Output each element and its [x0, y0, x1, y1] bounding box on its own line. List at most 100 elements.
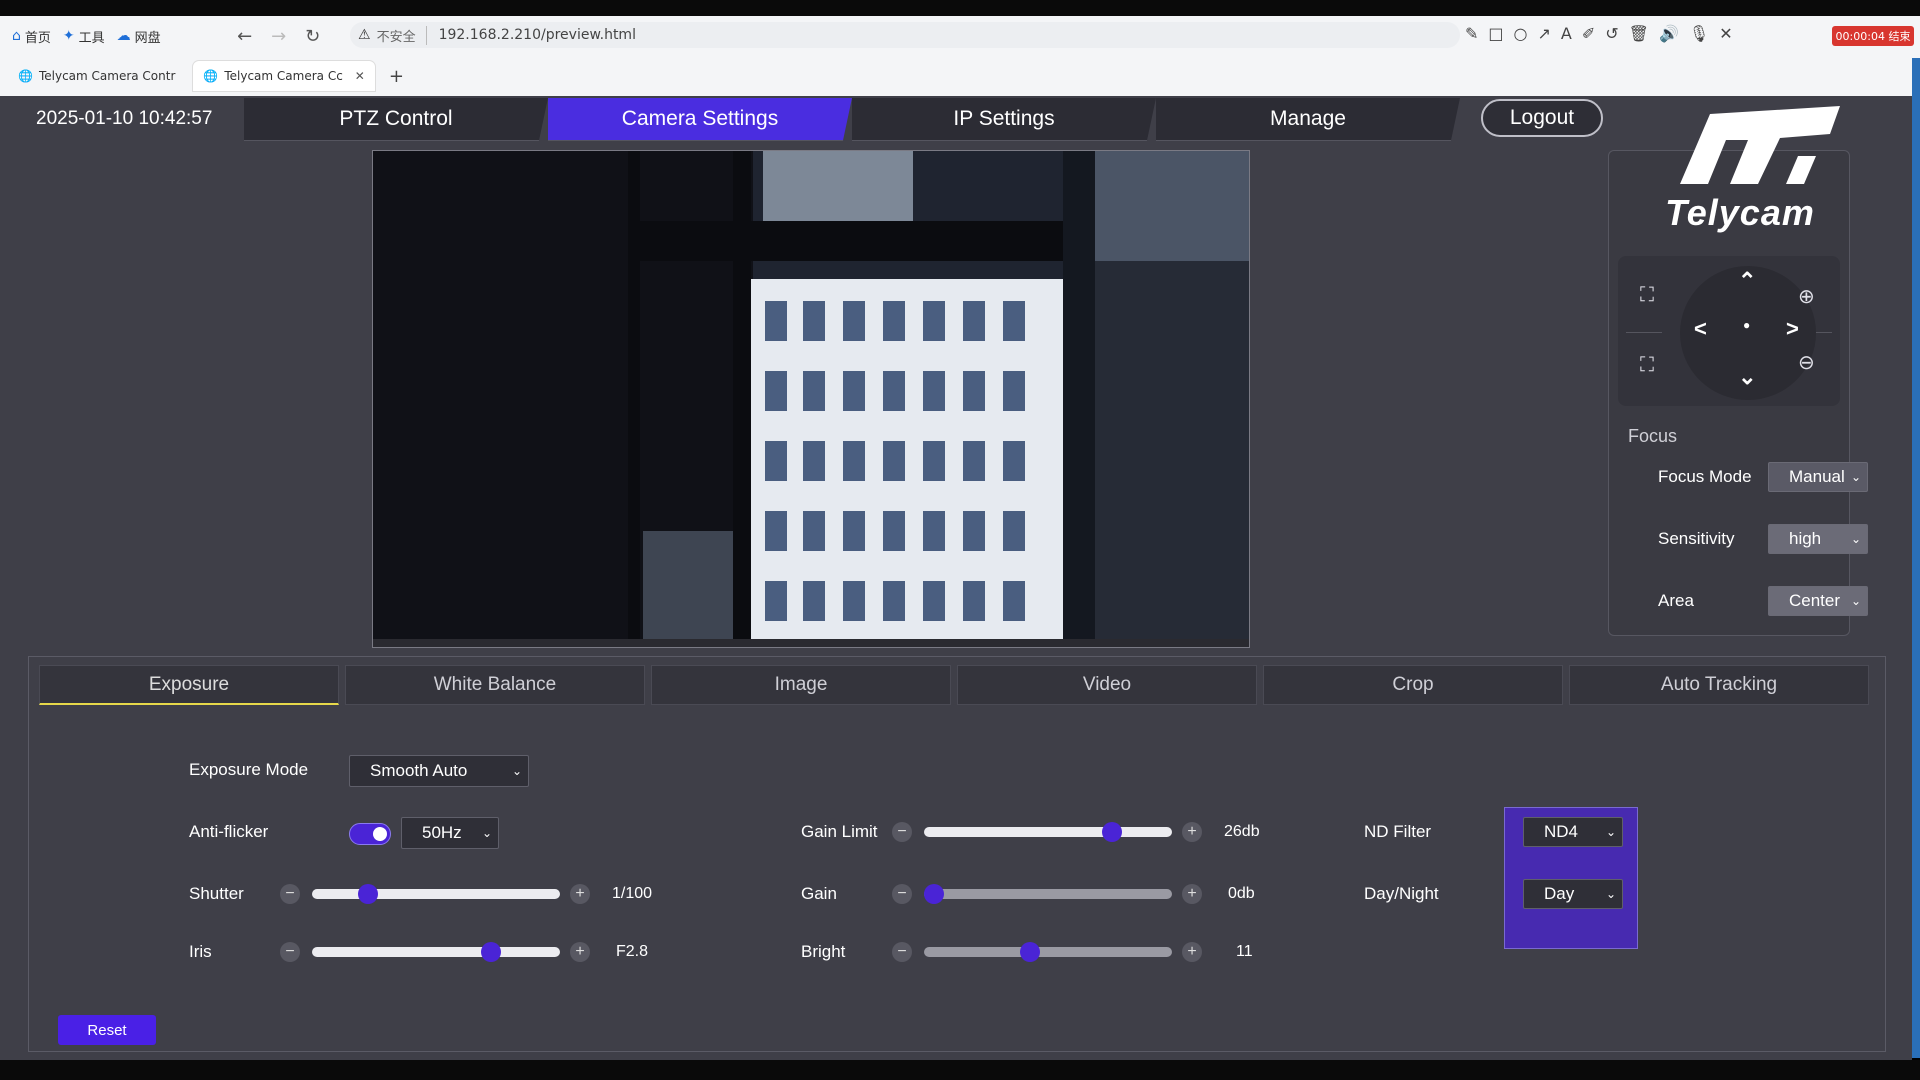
nd-filter-value: ND4	[1544, 822, 1579, 841]
gain-minus-button[interactable]: −	[892, 884, 912, 904]
toolbar-cloud-drive[interactable]: ☁ 网盘	[117, 27, 161, 46]
slider-thumb[interactable]	[480, 942, 501, 962]
close-icon[interactable]: ✕	[1719, 24, 1732, 43]
iris-slider[interactable]	[312, 942, 560, 962]
toolbar-home[interactable]: ⌂ 首页	[12, 27, 51, 46]
focus-expand-icon[interactable]: ⛶	[1640, 284, 1654, 307]
nd-filter-label: ND Filter	[1364, 822, 1432, 841]
focus-shrink-icon[interactable]: ⛶	[1640, 354, 1654, 377]
tab-video[interactable]: Video	[957, 665, 1257, 705]
tab-manage[interactable]: Manage	[1156, 98, 1460, 141]
exposure-mode-label: Exposure Mode	[189, 760, 309, 779]
gain-limit-minus-button[interactable]: −	[892, 822, 912, 842]
slider-thumb[interactable]	[924, 884, 944, 904]
iris-minus-button[interactable]: −	[280, 942, 300, 962]
sensitivity-select[interactable]: high ⌄	[1768, 524, 1868, 554]
close-tab-icon[interactable]: ✕	[355, 69, 365, 83]
shutter-plus-button[interactable]: +	[570, 884, 590, 904]
focus-mode-label: Focus Mode	[1658, 467, 1752, 486]
tab-auto-tracking[interactable]: Auto Tracking	[1569, 665, 1869, 705]
gain-limit-plus-button[interactable]: +	[1182, 822, 1202, 842]
anti-flicker-label: Anti-flicker	[189, 822, 269, 841]
iris-label: Iris	[189, 942, 212, 961]
telycam-logo-icon	[1680, 106, 1840, 184]
arrow-left-icon[interactable]: <	[1694, 316, 1707, 342]
gain-plus-button[interactable]: +	[1182, 884, 1202, 904]
arrow-down-icon[interactable]: ⌃	[1738, 362, 1756, 388]
browser-tab-1[interactable]: 🌐 Telycam Camera Contr	[8, 61, 185, 91]
address-bar[interactable]: ⚠ 不安全 192.168.2.210/preview.html	[350, 22, 1460, 48]
slider-thumb[interactable]	[1019, 942, 1040, 962]
globe-icon: 🌐	[203, 69, 219, 83]
highlighter-icon[interactable]: ✐	[1582, 24, 1595, 43]
toolbar-tools-label: 工具	[78, 30, 105, 46]
gain-limit-slider[interactable]	[924, 822, 1172, 842]
iris-plus-button[interactable]: +	[570, 942, 590, 962]
chevron-down-icon: ⌄	[1850, 532, 1861, 546]
chevron-down-icon: ⌄	[1850, 594, 1861, 608]
tab-image[interactable]: Image	[651, 665, 951, 705]
trash-icon[interactable]: 🗑	[1629, 24, 1649, 43]
browser-tab-strip: 🌐 Telycam Camera Contr 🌐 Telycam Camera …	[0, 56, 1920, 96]
bright-value: 11	[1236, 943, 1253, 960]
text-icon[interactable]: A	[1561, 24, 1572, 43]
zoom-in-icon[interactable]: ⊕	[1798, 284, 1815, 309]
pad-divider	[1626, 332, 1662, 333]
bright-plus-button[interactable]: +	[1182, 942, 1202, 962]
browser-tab-title: Telycam Camera Contr	[38, 69, 176, 83]
anti-flicker-select[interactable]: 50Hz ⌄	[401, 817, 499, 849]
page-scrollbar[interactable]	[1912, 58, 1920, 1058]
arrow-right-icon[interactable]: >	[1786, 316, 1799, 342]
browser-tab-2[interactable]: 🌐 Telycam Camera Cc ✕	[193, 61, 375, 91]
new-tab-button[interactable]: +	[389, 66, 404, 87]
focus-mode-select[interactable]: Manual ⌄	[1768, 462, 1868, 492]
shutter-minus-button[interactable]: −	[280, 884, 300, 904]
nd-filter-select[interactable]: ND4 ⌄	[1523, 817, 1623, 847]
circle-icon[interactable]: ○	[1514, 24, 1528, 43]
mic-icon[interactable]: 🎙	[1689, 24, 1709, 43]
undo-icon[interactable]: ↺	[1605, 24, 1618, 43]
tools-icon: ✦	[62, 28, 75, 44]
day-night-select[interactable]: Day ⌄	[1523, 879, 1623, 909]
reload-icon[interactable]: ↻	[299, 26, 327, 47]
bright-slider[interactable]	[924, 942, 1172, 962]
pen-icon[interactable]: ✎	[1465, 24, 1478, 43]
datetime-display: 2025-01-10 10:42:57	[36, 108, 213, 129]
speaker-icon[interactable]: 🔊	[1659, 24, 1679, 43]
recording-badge[interactable]: 00:00:04 结束	[1832, 26, 1914, 46]
tab-white-balance[interactable]: White Balance	[345, 665, 645, 705]
screen-bottom-strip	[0, 1060, 1920, 1080]
exposure-mode-value: Smooth Auto	[370, 761, 468, 780]
video-preview[interactable]	[372, 150, 1250, 648]
arrow-up-icon[interactable]: ⌃	[1738, 268, 1756, 294]
exposure-mode-select[interactable]: Smooth Auto ⌄	[349, 755, 529, 787]
arrow-icon[interactable]: ↗	[1538, 24, 1551, 43]
zoom-out-icon[interactable]: ⊖	[1798, 350, 1815, 375]
browser-tab-title: Telycam Camera Cc	[224, 69, 343, 83]
sensitivity-label: Sensitivity	[1658, 529, 1735, 548]
slider-thumb[interactable]	[357, 884, 378, 904]
back-icon[interactable]: ←	[231, 26, 259, 47]
tab-ip-settings[interactable]: IP Settings	[852, 98, 1156, 141]
gain-value: 0db	[1228, 885, 1255, 902]
reset-button[interactable]: Reset	[58, 1015, 156, 1045]
gain-slider[interactable]	[924, 884, 1172, 904]
url-text: 192.168.2.210/preview.html	[438, 27, 636, 43]
shutter-slider[interactable]	[312, 884, 560, 904]
tab-exposure[interactable]: Exposure	[39, 665, 339, 705]
bright-minus-button[interactable]: −	[892, 942, 912, 962]
gain-limit-value: 26db	[1224, 823, 1260, 840]
tab-ptz-control[interactable]: PTZ Control	[244, 98, 548, 141]
slider-thumb[interactable]	[1101, 822, 1122, 842]
forward-icon[interactable]: →	[265, 26, 293, 47]
chevron-down-icon: ⌄	[1850, 470, 1861, 484]
home-dot-icon[interactable]: ●	[1743, 318, 1750, 332]
area-select[interactable]: Center ⌄	[1768, 586, 1868, 616]
toolbar-tools[interactable]: ✦ 工具	[63, 27, 105, 46]
shutter-label: Shutter	[189, 884, 244, 903]
tab-crop[interactable]: Crop	[1263, 665, 1563, 705]
tab-camera-settings[interactable]: Camera Settings	[548, 98, 852, 141]
rectangle-icon[interactable]: □	[1488, 24, 1503, 43]
logout-button[interactable]: Logout	[1481, 99, 1603, 137]
anti-flicker-toggle[interactable]	[349, 823, 391, 845]
